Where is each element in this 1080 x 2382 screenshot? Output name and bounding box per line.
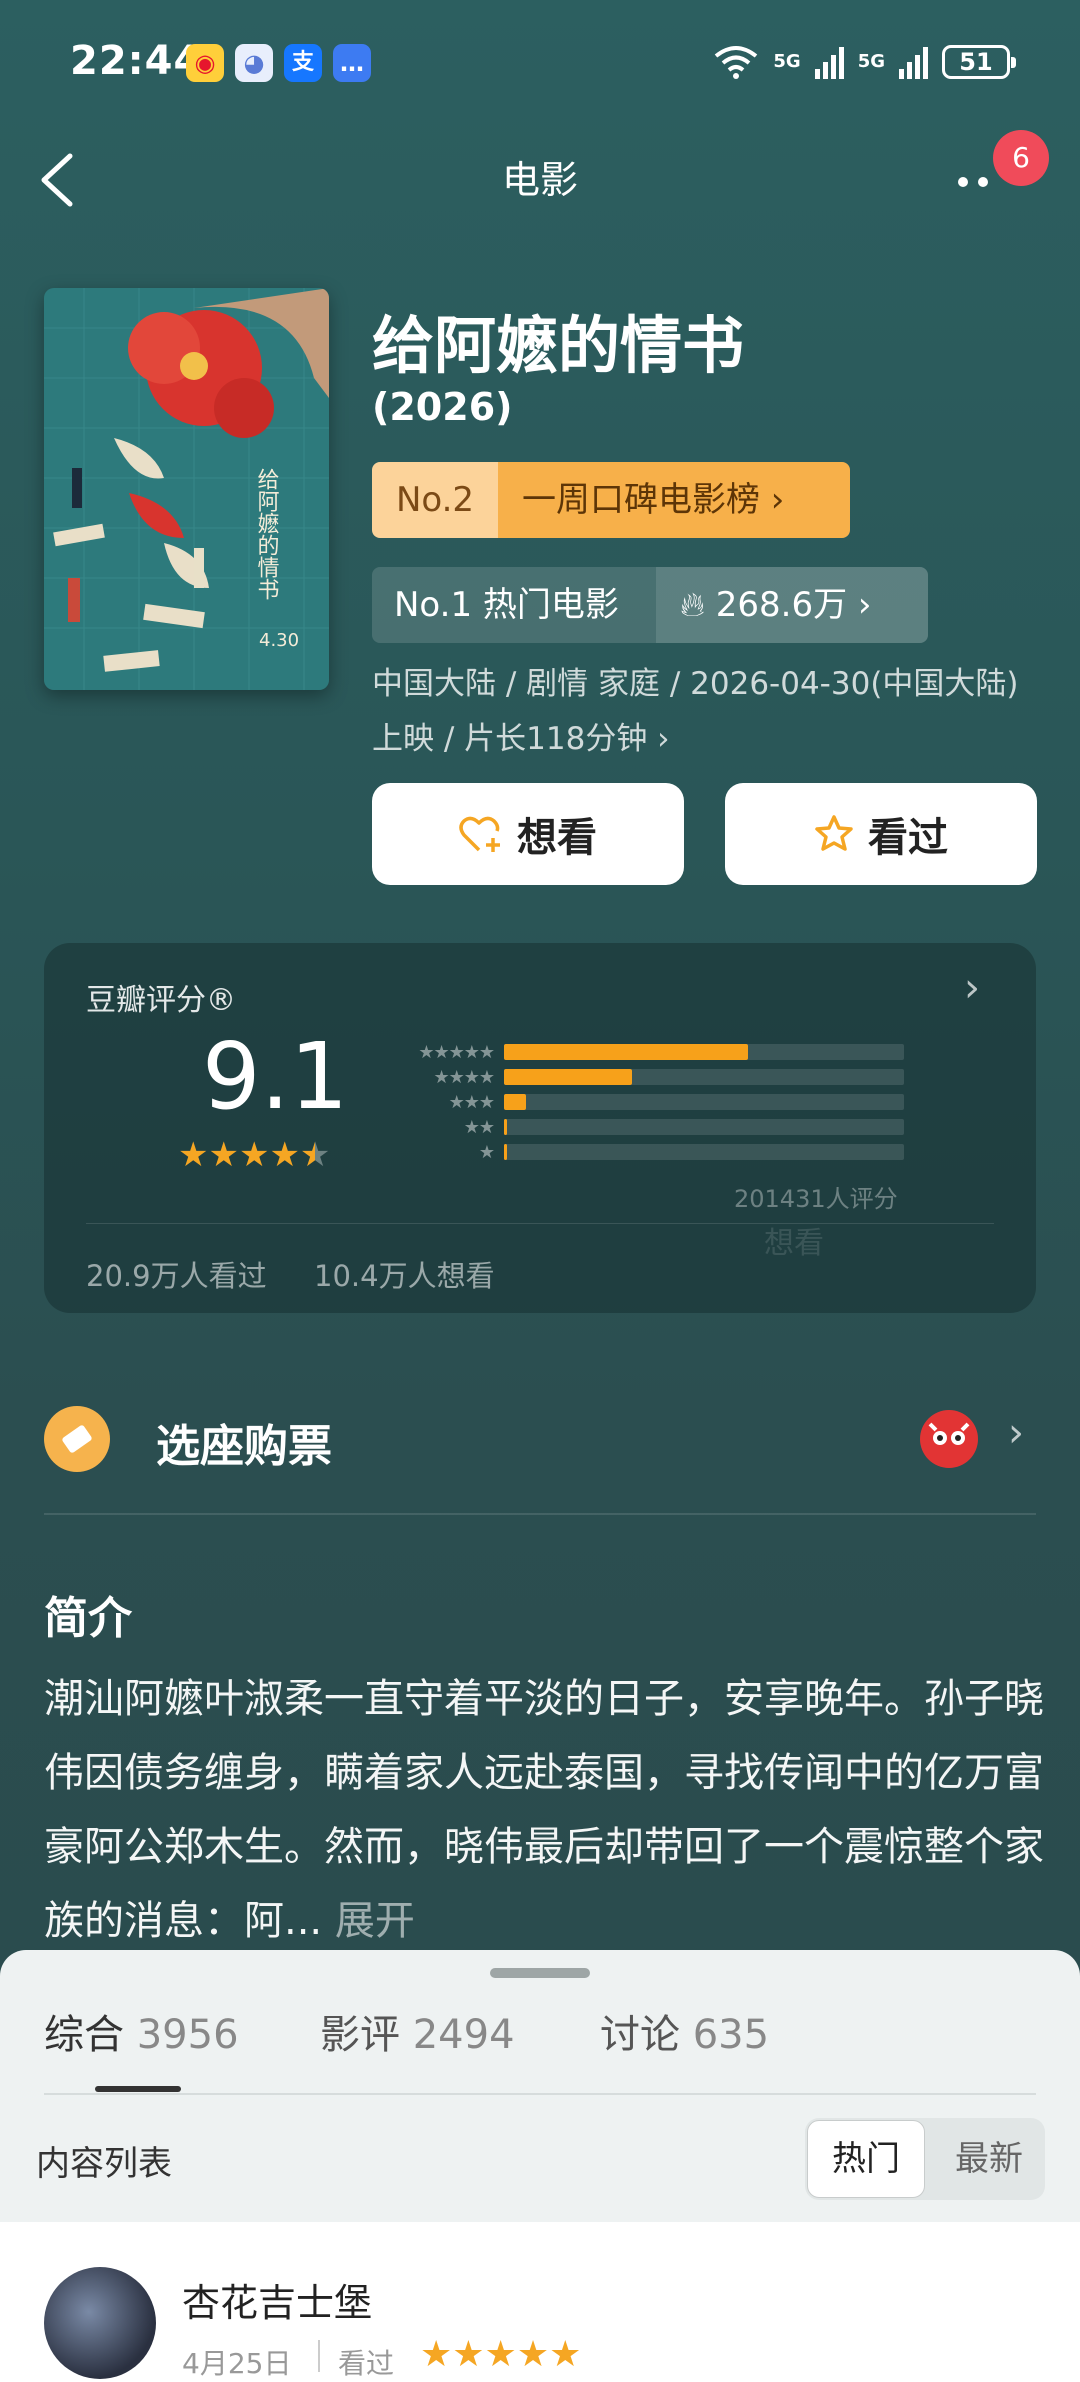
signal-bars-2-icon xyxy=(899,45,928,79)
message-icon: … xyxy=(333,44,371,82)
ticket-icon xyxy=(44,1406,110,1472)
faded-want-text: 想看 xyxy=(764,1226,824,1261)
signal-label-1: 5G xyxy=(773,51,801,72)
reviews-sheet[interactable]: 综合 3956 影评 2494 讨论 635 内容列表 热门 最新 杏花吉士堡 … xyxy=(0,1950,1080,2382)
back-button[interactable] xyxy=(36,150,84,210)
content-list-label: 内容列表 xyxy=(36,2144,172,2184)
rating-row-4: ★★★★ xyxy=(384,1066,904,1088)
chevron-right-icon: › xyxy=(1008,1410,1024,1456)
avatar[interactable] xyxy=(44,2267,156,2379)
weekly-rank-number: No.2 xyxy=(372,462,498,538)
divider xyxy=(44,1513,1036,1515)
movie-poster[interactable]: 给阿嬷的情书 4.30 xyxy=(44,288,329,690)
tab-reviews-count: 2494 xyxy=(412,2012,515,2058)
sort-hot-button[interactable]: 热门 xyxy=(807,2120,925,2198)
seen-label: 看过 xyxy=(868,815,948,861)
hot-rank-chip[interactable]: No.1 热门电影 🔥︎ 268.6万 › xyxy=(372,567,928,643)
poster-date-text: 4.30 xyxy=(259,630,299,651)
wifi-icon xyxy=(715,46,758,79)
weekly-rank-label: 一周口碑电影榜 › xyxy=(498,462,850,538)
buy-ticket-label: 选座购票 xyxy=(156,1421,332,1472)
maoyan-cat-icon xyxy=(920,1410,978,1468)
want-to-watch-button[interactable]: 想看 xyxy=(372,783,684,885)
intro-body: 潮汕阿嬷叶淑柔一直守着平淡的日子，安享晚年。孙子晓伟因债务缠身，瞒着家人远赴泰国… xyxy=(44,1676,1044,1944)
tab-overall[interactable]: 综合 3956 xyxy=(44,2002,239,2060)
tab-discussion[interactable]: 讨论 635 xyxy=(600,2002,769,2060)
divider xyxy=(86,1223,994,1224)
want-label: 想看 xyxy=(517,815,597,861)
sort-latest-button[interactable]: 最新 xyxy=(935,2120,1043,2198)
hot-rank-label: No.1 热门电影 xyxy=(372,567,656,643)
tab-discussion-label: 讨论 xyxy=(600,2012,680,2058)
divider xyxy=(318,2340,320,2372)
rating-bar-4 xyxy=(504,1069,632,1085)
review-stars: ★★★★★ xyxy=(420,2334,582,2375)
rating-card[interactable]: 豆瓣评分® › 9.1 ★★★★★ ★★★★★ ★★★★ ★★★ ★★ ★ 20… xyxy=(44,943,1036,1313)
movie-meta-duration[interactable]: 上映 / 片长118分钟 › xyxy=(372,715,670,763)
notification-badge: 6 xyxy=(993,130,1049,186)
sheet-drag-handle[interactable] xyxy=(490,1968,590,1978)
watched-button[interactable]: 看过 xyxy=(725,783,1037,885)
signal-label-2: 5G xyxy=(857,51,885,72)
rating-bar-2 xyxy=(504,1119,508,1135)
chat-icon: ◕ xyxy=(235,44,273,82)
hot-value: 268.6万 › xyxy=(715,585,872,625)
rating-row-2: ★★ xyxy=(384,1116,904,1138)
heart-plus-icon xyxy=(459,816,500,852)
signal-bars-1-icon xyxy=(814,45,844,79)
page-title: 电影 xyxy=(501,158,578,202)
poster-image: 给阿嬷的情书 4.30 xyxy=(44,288,329,690)
movie-year: (2026) xyxy=(372,385,513,429)
review-date: 4月25日 xyxy=(182,2347,292,2380)
tab-reviews[interactable]: 影评 2494 xyxy=(320,2002,515,2060)
chevron-right-icon: › xyxy=(964,965,980,1011)
review-status: 看过 xyxy=(338,2347,395,2380)
rating-bar-3 xyxy=(504,1094,526,1110)
status-bar: 22:44 ◉ ◕ 支 … 5G 5G 51 xyxy=(0,0,1080,125)
flame-icon: 🔥︎ xyxy=(680,585,705,625)
sort-toggle: 热门 最新 xyxy=(805,2118,1045,2200)
rating-bar-1 xyxy=(504,1144,507,1160)
want-count: 10.4万人想看 xyxy=(314,1259,495,1293)
alipay-icon: 支 xyxy=(284,44,322,82)
tab-discussion-count: 635 xyxy=(692,2012,770,2058)
rating-row-3: ★★★ xyxy=(384,1091,904,1113)
intro-heading: 简介 xyxy=(44,1593,132,1644)
rating-bar-5 xyxy=(504,1044,748,1060)
movie-meta-line: 中国大陆 / 剧情 家庭 / 2026-04-30(中国大陆) xyxy=(372,666,1019,702)
rating-row-1: ★ xyxy=(384,1141,904,1163)
battery-icon: 51 xyxy=(942,45,1016,79)
seen-count: 20.9万人看过 xyxy=(86,1259,267,1293)
tab-reviews-label: 影评 xyxy=(320,2012,400,2058)
poster-title-text: 给阿嬷的情书 xyxy=(254,468,280,600)
rating-label: 豆瓣评分® xyxy=(86,983,236,1018)
rating-row-5: ★★★★★ xyxy=(384,1041,904,1063)
review-username[interactable]: 杏花吉士堡 xyxy=(182,2272,372,2327)
tab-overall-count: 3956 xyxy=(136,2012,239,2058)
tab-overall-label: 综合 xyxy=(44,2012,124,2058)
weekly-rank-chip[interactable]: No.2 一周口碑电影榜 › xyxy=(372,462,850,538)
movie-title: 给阿嬷的情书 xyxy=(372,309,745,382)
weibo-icon: ◉ xyxy=(186,44,224,82)
tab-indicator xyxy=(95,2086,181,2092)
star-outline-icon xyxy=(815,815,853,851)
expand-link[interactable]: 展开 xyxy=(335,1898,415,1944)
clock: 22:44 xyxy=(70,38,203,84)
rating-stars: ★★★★★ xyxy=(178,1135,331,1175)
tab-divider xyxy=(44,2093,1036,2095)
rating-count: 201431人评分 xyxy=(734,1185,898,1213)
rating-score: 9.1 xyxy=(202,1023,349,1130)
review-card[interactable]: 杏花吉士堡 4月25日 看过 ★★★★★ xyxy=(0,2222,1080,2382)
back-arrow-icon xyxy=(41,153,73,207)
intro-text: 潮汕阿嬷叶淑柔一直守着平淡的日子，安享晚年。孙子晓伟因债务缠身，瞒着家人远赴泰国… xyxy=(44,1662,1044,1958)
